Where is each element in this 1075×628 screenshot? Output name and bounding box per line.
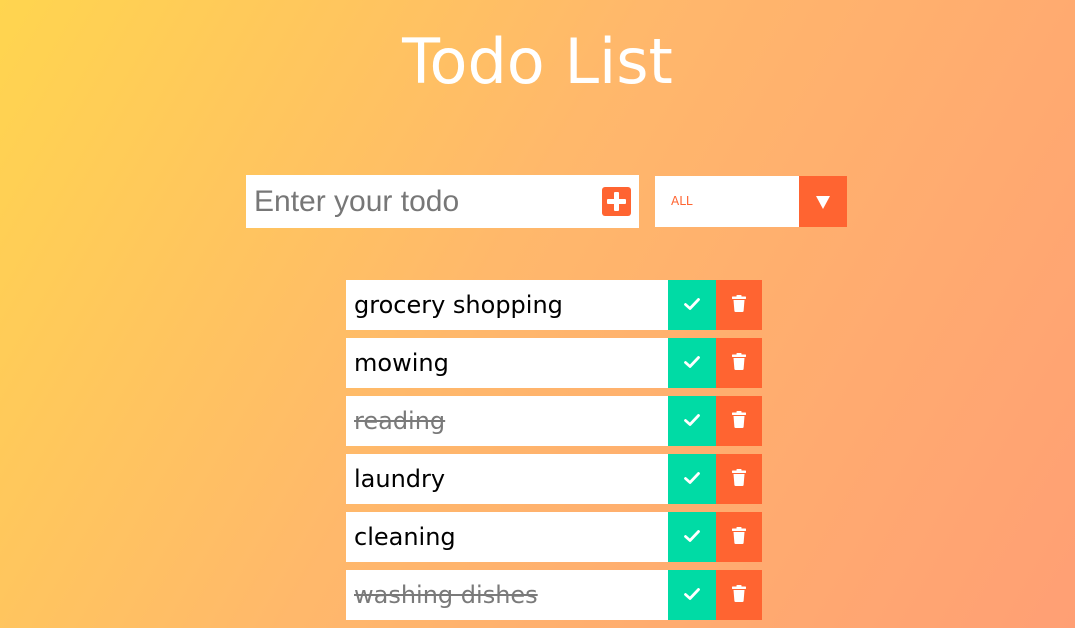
check-icon	[684, 298, 700, 310]
complete-button[interactable]	[668, 280, 716, 330]
check-icon	[684, 414, 700, 426]
complete-button[interactable]	[668, 396, 716, 446]
todo-text: cleaning	[354, 523, 456, 551]
todo-item: cleaning	[346, 512, 762, 562]
trash-icon	[732, 585, 746, 602]
check-icon	[684, 530, 700, 542]
todo-text: washing dishes	[354, 581, 538, 609]
filter-selected-value: ALL	[671, 194, 693, 208]
delete-button[interactable]	[716, 570, 762, 620]
filter-select[interactable]: ALL	[655, 176, 847, 227]
complete-button[interactable]	[668, 338, 716, 388]
todo-item: washing dishes	[346, 570, 762, 620]
trash-icon	[732, 411, 746, 428]
todo-item: laundry	[346, 454, 762, 504]
caret-down-icon	[816, 196, 830, 209]
delete-button[interactable]	[716, 280, 762, 330]
check-icon	[684, 356, 700, 368]
delete-button[interactable]	[716, 396, 762, 446]
todo-item: reading	[346, 396, 762, 446]
delete-button[interactable]	[716, 338, 762, 388]
add-todo-button[interactable]	[602, 187, 631, 216]
trash-icon	[732, 469, 746, 486]
todo-input[interactable]	[246, 175, 596, 228]
todo-text: reading	[354, 407, 446, 435]
page-title: Todo List	[402, 25, 673, 98]
todo-text: laundry	[354, 465, 446, 493]
todo-text: grocery shopping	[354, 291, 563, 319]
complete-button[interactable]	[668, 570, 716, 620]
trash-icon	[732, 527, 746, 544]
delete-button[interactable]	[716, 454, 762, 504]
complete-button[interactable]	[668, 454, 716, 504]
todo-list: grocery shopping mowing reading laundry	[346, 280, 762, 628]
todo-text: mowing	[354, 349, 449, 377]
todo-form	[246, 175, 639, 228]
delete-button[interactable]	[716, 512, 762, 562]
complete-button[interactable]	[668, 512, 716, 562]
filter-dropdown-button[interactable]	[799, 176, 847, 227]
trash-icon	[732, 295, 746, 312]
todo-item: grocery shopping	[346, 280, 762, 330]
check-icon	[684, 472, 700, 484]
trash-icon	[732, 353, 746, 370]
todo-item: mowing	[346, 338, 762, 388]
check-icon	[684, 588, 700, 600]
